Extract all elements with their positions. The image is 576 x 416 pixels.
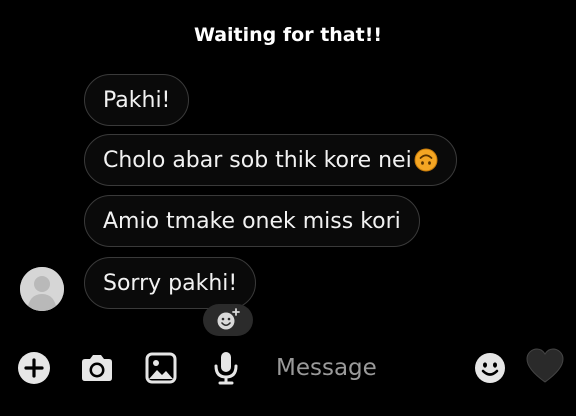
like-heart-button[interactable] [525,346,565,386]
message-text: Pakhi! [103,87,171,113]
gallery-button[interactable] [143,350,179,386]
message-bubble[interactable]: Amio tmake onek miss kori [84,195,420,247]
message-text: Cholo abar sob thik kore nei [103,147,412,173]
video-caption: Waiting for that!! [193,24,383,46]
microphone-button[interactable] [208,350,244,386]
message-input[interactable] [262,348,490,388]
avatar[interactable] [20,267,64,311]
default-avatar-icon [20,267,64,311]
heart-icon [526,348,564,383]
emoji-button[interactable] [472,350,508,386]
emoji-icon [475,353,505,383]
camera-icon [82,355,112,381]
add-icon [18,352,50,384]
camera-button[interactable] [79,350,115,386]
microphone-icon [214,352,238,385]
upside-down-face-emoji-icon [414,148,438,172]
message-bubble[interactable]: Cholo abar sob thik kore nei [84,134,457,186]
add-reaction-icon [217,308,240,330]
message-bubble[interactable]: Sorry pakhi! [84,257,257,309]
message-bubble[interactable]: Pakhi! [84,74,190,126]
add-button[interactable] [16,350,52,386]
add-reaction-button[interactable] [203,304,253,336]
gallery-icon [145,352,177,384]
message-text: Amio tmake onek miss kori [103,208,401,234]
message-text: Sorry pakhi! [103,270,238,296]
